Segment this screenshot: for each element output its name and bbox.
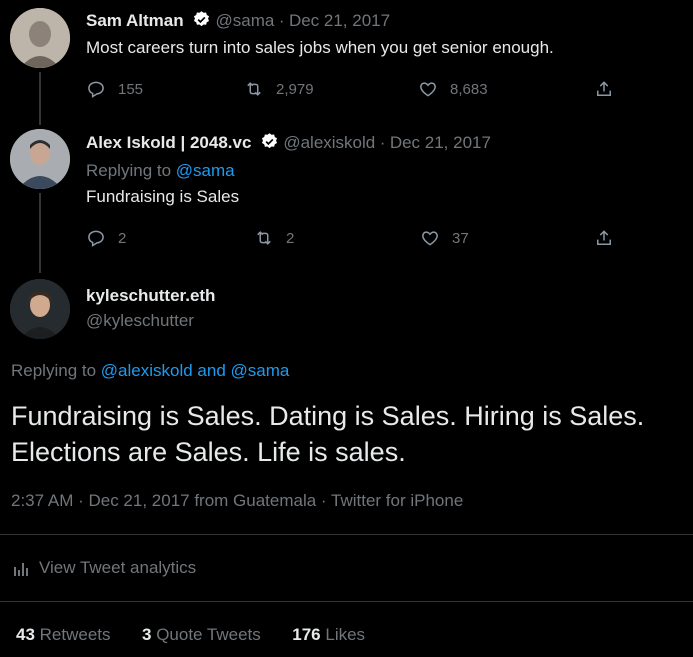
engagement-stats: 43 Retweets 3 Quote Tweets 176 Likes: [16, 625, 365, 645]
separator: ·: [278, 11, 285, 30]
retweet-icon: [247, 82, 261, 96]
retweet-count: 2: [286, 229, 295, 247]
reply-count: 155: [118, 80, 144, 98]
like-button[interactable]: 37: [420, 228, 469, 248]
retweets-count: 43: [16, 625, 35, 644]
quotes-count: 3: [142, 625, 152, 644]
tweet-date[interactable]: Dec 21, 2017: [390, 133, 491, 152]
divider: [0, 601, 693, 602]
replying-to: Replying to @sama: [86, 161, 235, 181]
tweet-text: Fundraising is Sales: [86, 187, 240, 206]
share-button[interactable]: [594, 79, 614, 99]
analytics-label: View Tweet analytics: [39, 558, 197, 577]
share-icon: [597, 81, 611, 96]
retweet-button[interactable]: 2,979: [244, 79, 314, 99]
author-name[interactable]: Alex Iskold | 2048.vc: [86, 133, 251, 152]
thread-line: [39, 193, 41, 273]
replying-to: Replying to @alexiskold and @sama: [11, 361, 289, 381]
likes-stat[interactable]: 176 Likes: [292, 625, 365, 644]
separator: ·: [379, 133, 386, 152]
author-name[interactable]: Sam Altman: [86, 11, 184, 30]
reply-icon: [88, 81, 104, 98]
avatar[interactable]: [10, 8, 70, 68]
reply-button[interactable]: 155: [86, 79, 143, 99]
like-count: 37: [452, 229, 469, 247]
divider: [0, 534, 693, 535]
like-button[interactable]: 8,683: [418, 79, 488, 99]
likes-count: 176: [292, 625, 321, 644]
verified-icon: [192, 10, 211, 34]
thread-line: [39, 72, 41, 125]
analytics-link[interactable]: View Tweet analytics: [11, 558, 196, 578]
retweets-label: Retweets: [39, 625, 111, 644]
tweet-text-line-1: Fundraising is Sales. Dating is Sales. H…: [11, 401, 645, 431]
retweet-button[interactable]: 2: [254, 228, 294, 248]
analytics-icon: [14, 563, 28, 576]
like-icon: [422, 231, 438, 246]
author-handle[interactable]: @sama: [216, 11, 275, 30]
replying-prefix: Replying to: [86, 161, 176, 180]
tweet-text-line-2: Elections are Sales. Life is sales.: [11, 437, 406, 467]
retweet-icon: [257, 231, 271, 245]
like-count: 8,683: [450, 80, 488, 98]
quotes-stat[interactable]: 3 Quote Tweets: [142, 625, 266, 644]
avatar[interactable]: [10, 129, 70, 189]
share-icon: [597, 230, 611, 245]
reply-count: 2: [118, 229, 127, 247]
reply-button[interactable]: 2: [86, 228, 126, 248]
replying-to-link[interactable]: @alexiskold and @sama: [101, 361, 290, 380]
retweets-stat[interactable]: 43 Retweets: [16, 625, 115, 644]
like-icon: [420, 82, 436, 97]
retweet-count: 2,979: [276, 80, 314, 98]
reply-icon: [88, 230, 104, 247]
likes-label: Likes: [325, 625, 366, 644]
replying-to-link[interactable]: @sama: [176, 161, 235, 180]
quotes-label: Quote Tweets: [156, 625, 261, 644]
share-button[interactable]: [594, 228, 614, 248]
author-handle[interactable]: @kyleschutter: [86, 311, 194, 331]
tweet-meta[interactable]: 2:37 AM · Dec 21, 2017 from Guatemala · …: [11, 491, 463, 511]
replying-prefix: Replying to: [11, 361, 101, 380]
author-name[interactable]: kyleschutter.eth: [86, 286, 215, 306]
verified-icon: [260, 132, 279, 156]
tweet-date[interactable]: Dec 21, 2017: [289, 11, 390, 30]
avatar[interactable]: [10, 279, 70, 339]
author-handle[interactable]: @alexiskold: [283, 133, 375, 152]
tweet-text: Most careers turn into sales jobs when y…: [86, 38, 554, 57]
